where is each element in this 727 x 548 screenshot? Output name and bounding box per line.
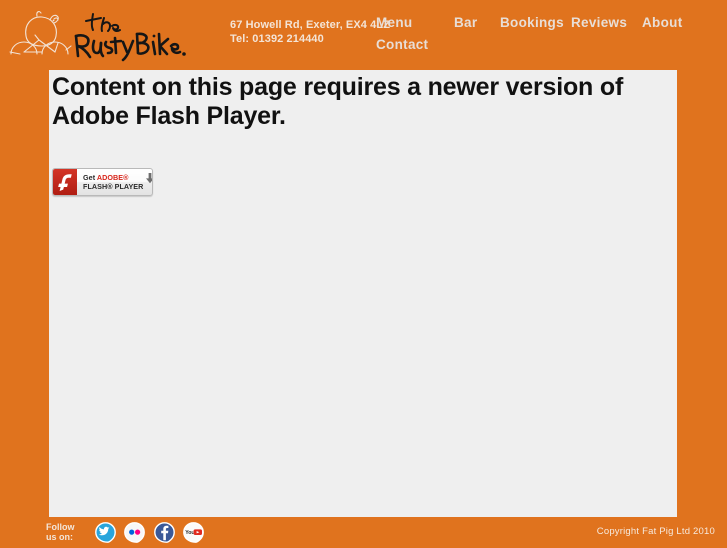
flickr-icon[interactable]: [124, 522, 145, 543]
logo-wordmark: [74, 13, 186, 62]
contact-info: 67 Howell Rd, Exeter, EX4 4LZ Tel: 01392…: [230, 18, 390, 46]
flash-badge-get-label: Get: [83, 172, 97, 182]
site-header: 67 Howell Rd, Exeter, EX4 4LZ Tel: 01392…: [0, 0, 727, 70]
flash-badge-text: Get ADOBE® FLASH® PLAYER: [77, 169, 143, 195]
follow-us-label: Follow us on:: [46, 522, 75, 542]
adobe-flash-logo-icon: [53, 169, 77, 195]
flash-badge-adobe-label: ADOBE®: [96, 172, 129, 182]
youtube-icon[interactable]: You: [183, 522, 204, 543]
svg-text:You: You: [185, 530, 194, 536]
flash-notice-heading: Content on this page requires a newer ve…: [52, 73, 624, 130]
content-panel: Content on this page requires a newer ve…: [49, 70, 677, 517]
nav-item-reviews[interactable]: Reviews: [571, 15, 627, 30]
get-adobe-flash-player-button[interactable]: Get ADOBE® FLASH® PLAYER: [52, 168, 153, 196]
copyright-text: Copyright Fat Pig Ltd 2010: [596, 526, 715, 537]
facebook-icon[interactable]: [154, 522, 175, 543]
contact-telephone: Tel: 01392 214440: [230, 33, 324, 45]
nav-item-menu[interactable]: Menu: [376, 15, 412, 30]
download-arrow-icon: [143, 169, 152, 195]
site-logo[interactable]: [6, 4, 186, 66]
nav-item-contact[interactable]: Contact: [376, 37, 428, 52]
contact-address: 67 Howell Rd, Exeter, EX4 4LZ: [230, 19, 391, 31]
flash-badge-line-2: FLASH® PLAYER: [83, 182, 144, 191]
nav-item-about[interactable]: About: [642, 15, 682, 30]
site-footer: Follow us on: You Copyright Fat Pig Ltd …: [0, 517, 727, 545]
nav-item-bar[interactable]: Bar: [454, 15, 477, 30]
flash-badge-line-1: Get ADOBE®: [83, 173, 143, 183]
nav-item-bookings[interactable]: Bookings: [500, 15, 564, 30]
twitter-icon[interactable]: [95, 522, 116, 543]
main-navigation: Menu Bar Bookings Reviews About Contact: [372, 12, 722, 60]
